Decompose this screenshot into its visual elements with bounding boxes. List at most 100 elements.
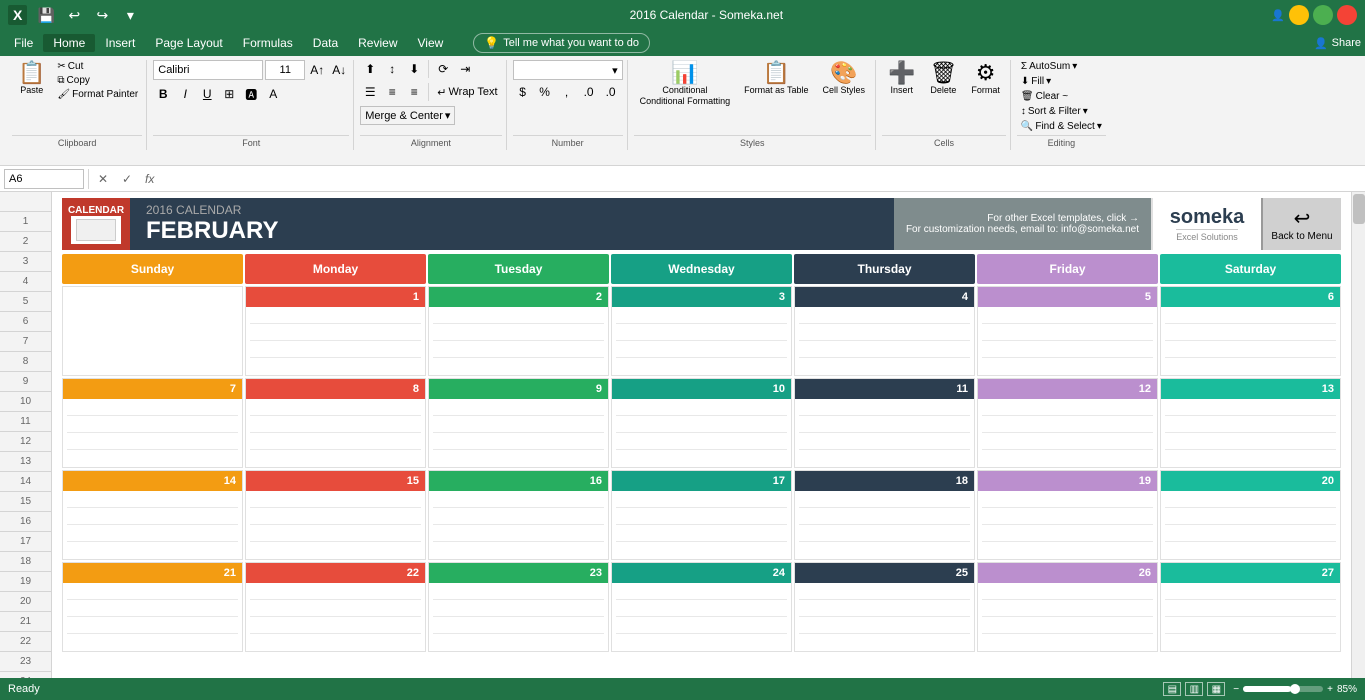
calendar-cell-12[interactable]: 12	[977, 378, 1158, 468]
clear-button[interactable]: 🗑 Clear ~	[1017, 90, 1072, 103]
quick-access-redo[interactable]: ↪	[91, 4, 113, 26]
underline-button[interactable]: U	[197, 85, 217, 103]
calendar-cell-8[interactable]: 8	[245, 378, 426, 468]
calendar-cell-15[interactable]: 15	[245, 470, 426, 560]
menu-review[interactable]: Review	[348, 34, 407, 52]
menu-home[interactable]: Home	[43, 34, 95, 52]
calendar-cell-14[interactable]: 14	[62, 470, 243, 560]
calendar-cell-18[interactable]: 18	[794, 470, 975, 560]
confirm-formula-button[interactable]: ✓	[117, 169, 137, 189]
font-name-input[interactable]	[153, 60, 263, 80]
wrap-text-button[interactable]: ↵ Wrap Text	[433, 84, 501, 101]
comma-button[interactable]: ,	[557, 83, 577, 101]
menu-data[interactable]: Data	[303, 34, 348, 52]
merge-center-button[interactable]: Merge & Center ▾	[360, 106, 455, 125]
name-box[interactable]	[4, 169, 84, 189]
calendar-cell-17[interactable]: 17	[611, 470, 792, 560]
calendar-cell-2[interactable]: 2	[428, 286, 609, 376]
calendar-cell-26[interactable]: 26	[977, 562, 1158, 652]
insert-button[interactable]: ➕ Insert	[882, 60, 921, 97]
page-layout-view-button[interactable]: ▥	[1185, 682, 1203, 696]
bold-button[interactable]: B	[153, 85, 173, 103]
align-top-button[interactable]: ⬆	[360, 60, 380, 78]
accounting-button[interactable]: $	[513, 83, 533, 101]
calendar-cell-13[interactable]: 13	[1160, 378, 1341, 468]
fill-color-button[interactable]: 🅰	[241, 85, 261, 103]
user-account[interactable]: 👤	[1271, 9, 1285, 22]
menu-insert[interactable]: Insert	[95, 34, 145, 52]
calendar-cell-19[interactable]: 19	[977, 470, 1158, 560]
font-color-button[interactable]: A	[263, 85, 283, 103]
conditional-formatting-button[interactable]: 📊 Conditional Conditional Formatting	[634, 60, 737, 108]
quick-access-undo[interactable]: ↩	[63, 4, 85, 26]
calendar-cell-23[interactable]: 23	[428, 562, 609, 652]
font-increase-button[interactable]: A↑	[307, 61, 327, 79]
align-bottom-button[interactable]: ⬇	[404, 60, 424, 78]
fill-button[interactable]: ⬇ Fill ▾	[1017, 75, 1055, 88]
share-button[interactable]: 👤 Share	[1314, 37, 1361, 50]
calendar-cell-22[interactable]: 22	[245, 562, 426, 652]
cancel-formula-button[interactable]: ✕	[93, 169, 113, 189]
paste-button[interactable]: 📋 Paste	[12, 60, 51, 97]
zoom-slider[interactable]	[1243, 686, 1323, 692]
maximize-button[interactable]	[1313, 5, 1333, 25]
calendar-cell-3[interactable]: 3	[611, 286, 792, 376]
italic-button[interactable]: I	[175, 85, 195, 103]
tell-me-input[interactable]: 💡 Tell me what you want to do	[473, 33, 650, 53]
font-decrease-button[interactable]: A↓	[329, 61, 349, 79]
formula-input[interactable]	[162, 171, 1361, 187]
calendar-cell-5[interactable]: 5	[977, 286, 1158, 376]
copy-button[interactable]: ⧉ Copy	[53, 74, 142, 87]
menu-file[interactable]: File	[4, 34, 43, 52]
calendar-cell-20[interactable]: 20	[1160, 470, 1341, 560]
format-button[interactable]: ⚙ Format	[965, 60, 1006, 97]
format-as-table-button[interactable]: 📋 Format as Table	[738, 60, 814, 97]
delete-button[interactable]: 🗑 Delete	[923, 60, 963, 97]
align-middle-button[interactable]: ↕	[382, 60, 402, 78]
cell-styles-button[interactable]: 🎨 Cell Styles	[817, 60, 872, 97]
zoom-out-button[interactable]: −	[1233, 684, 1239, 695]
align-right-button[interactable]: ≡	[404, 83, 424, 101]
calendar-cell-11[interactable]: 11	[794, 378, 975, 468]
calendar-cell-25[interactable]: 25	[794, 562, 975, 652]
zoom-slider-thumb[interactable]	[1290, 684, 1300, 694]
back-to-menu-button[interactable]: ↩ Back to Menu	[1261, 198, 1341, 250]
close-button[interactable]	[1337, 5, 1357, 25]
decrease-decimal-button[interactable]: .0	[601, 83, 621, 101]
autosum-button[interactable]: Σ AutoSum ▾	[1017, 60, 1081, 73]
calendar-cell-24[interactable]: 24	[611, 562, 792, 652]
normal-view-button[interactable]: ▤	[1163, 682, 1181, 696]
find-select-button[interactable]: 🔍 Find & Select ▾	[1017, 120, 1106, 133]
calendar-cell-4[interactable]: 4	[794, 286, 975, 376]
font-size-input[interactable]	[265, 60, 305, 80]
number-format-dropdown[interactable]: ▾	[513, 60, 623, 80]
align-left-button[interactable]: ☰	[360, 83, 380, 101]
quick-access-dropdown[interactable]: ▾	[119, 4, 141, 26]
calendar-cell-10[interactable]: 10	[611, 378, 792, 468]
align-center-button[interactable]: ≡	[382, 83, 402, 101]
calendar-cell-6[interactable]: 6	[1160, 286, 1341, 376]
menu-formulas[interactable]: Formulas	[233, 34, 303, 52]
vertical-scrollbar[interactable]	[1351, 192, 1365, 700]
menu-view[interactable]: View	[408, 34, 454, 52]
indent-button[interactable]: ⇥	[455, 60, 475, 78]
calendar-cell-27[interactable]: 27	[1160, 562, 1341, 652]
text-direction-button[interactable]: ⟳	[433, 60, 453, 78]
border-button[interactable]: ⊞	[219, 85, 239, 103]
sort-filter-button[interactable]: ↕ Sort & Filter ▾	[1017, 105, 1092, 118]
increase-decimal-button[interactable]: .0	[579, 83, 599, 101]
menu-page-layout[interactable]: Page Layout	[145, 34, 232, 52]
calendar-cell-7[interactable]: 7	[62, 378, 243, 468]
calendar-cell-21[interactable]: 21	[62, 562, 243, 652]
calendar-cell-9[interactable]: 9	[428, 378, 609, 468]
calendar-cell-1[interactable]: 1	[245, 286, 426, 376]
cut-button[interactable]: ✂ Cut	[53, 60, 142, 73]
scrollbar-thumb[interactable]	[1353, 194, 1365, 224]
format-painter-button[interactable]: 🖌 Format Painter	[53, 88, 142, 101]
minimize-button[interactable]	[1289, 5, 1309, 25]
zoom-in-button[interactable]: +	[1327, 684, 1333, 695]
quick-access-save[interactable]: 💾	[35, 4, 57, 26]
calendar-cell-empty[interactable]	[62, 286, 243, 376]
percent-button[interactable]: %	[535, 83, 555, 101]
calendar-cell-16[interactable]: 16	[428, 470, 609, 560]
